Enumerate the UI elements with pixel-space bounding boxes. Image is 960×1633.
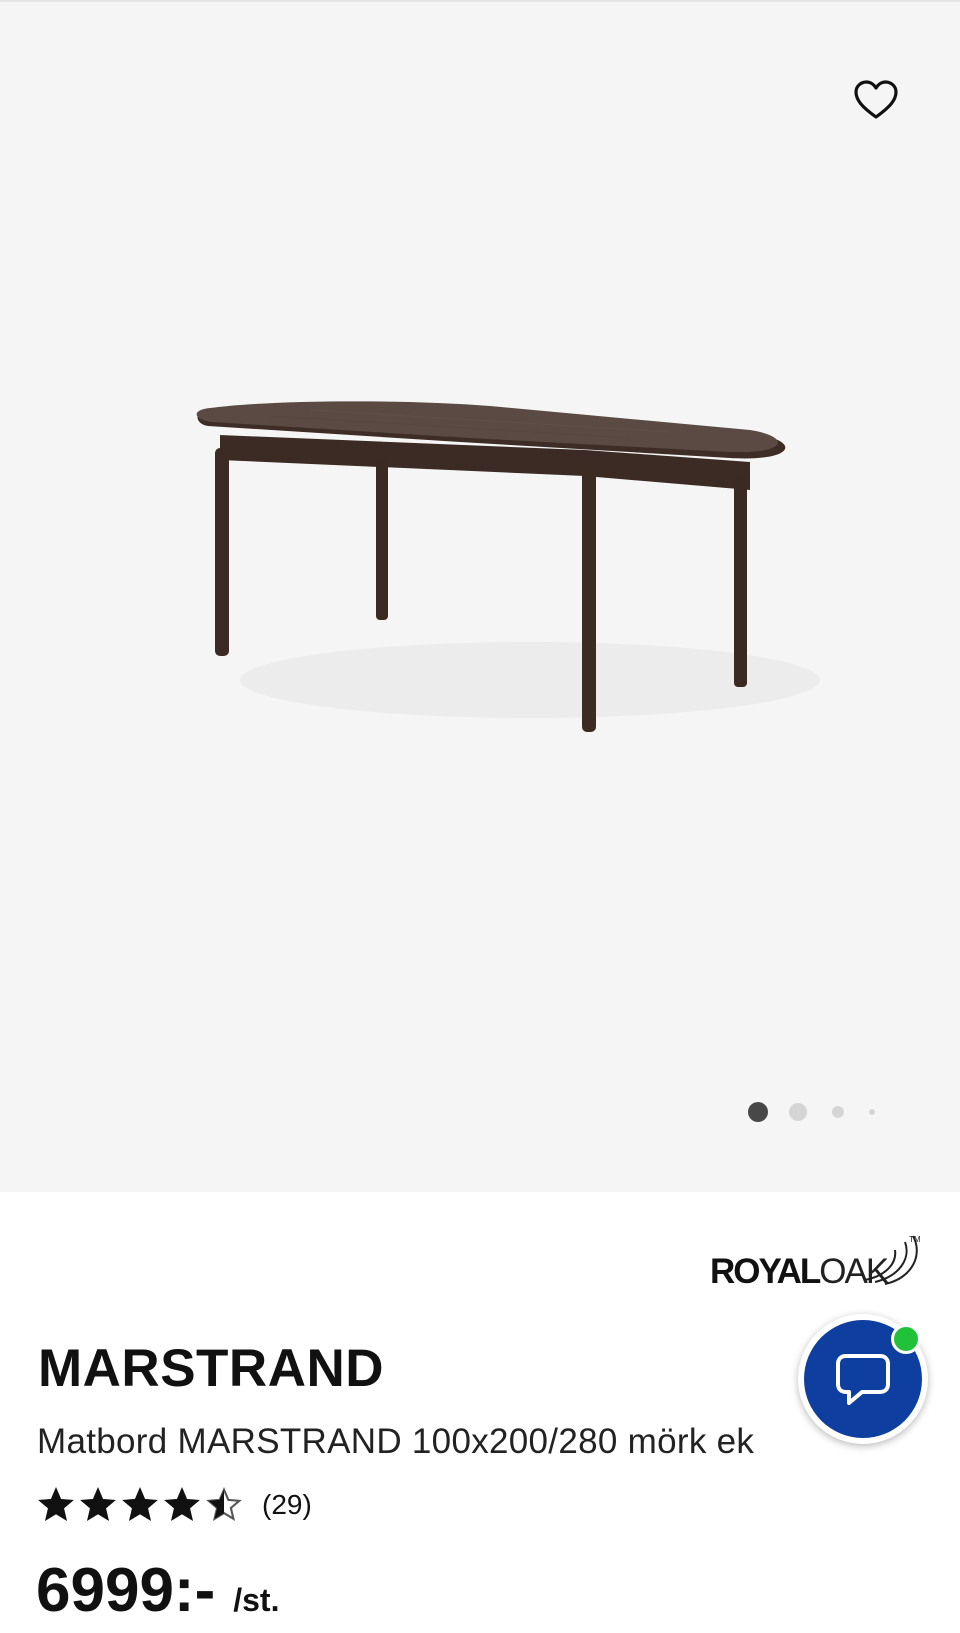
carousel-dots: [748, 1100, 875, 1124]
carousel-dot-1[interactable]: [748, 1102, 768, 1122]
rating-count: (29): [262, 1489, 312, 1520]
product-description: Matbord MARSTRAND 100x200/280 mörk ek: [37, 1422, 755, 1461]
price-unit: /st.: [233, 1582, 280, 1618]
star-icon: [164, 1487, 200, 1521]
online-status-dot: [891, 1324, 921, 1354]
heart-outline-icon: [854, 80, 898, 119]
brand-trademark: TM: [909, 1235, 921, 1244]
brand-arc-mark: TM: [864, 1235, 921, 1285]
product-name: MARSTRAND: [38, 1339, 385, 1398]
star-icon: [122, 1487, 158, 1521]
carousel-dot-3[interactable]: [832, 1106, 844, 1118]
product-image: [196, 401, 820, 732]
chat-button[interactable]: [798, 1314, 928, 1444]
rating-stars: [38, 1487, 248, 1523]
brand-logo[interactable]: ROYALOAK TM: [710, 1232, 930, 1292]
product-price: 6999:- /st.: [36, 1560, 279, 1622]
favorite-button[interactable]: [846, 70, 906, 130]
star-icon: [38, 1487, 74, 1521]
star-icon: [80, 1487, 116, 1521]
brand-name-bold: ROYAL: [710, 1252, 821, 1291]
top-divider: [0, 0, 960, 2]
product-image-gallery[interactable]: [0, 0, 960, 1192]
product-rating[interactable]: (29): [38, 1486, 312, 1524]
speech-bubble-icon: [836, 1354, 890, 1405]
price-amount: 6999:-: [36, 1556, 216, 1625]
carousel-dot-4[interactable]: [869, 1109, 875, 1115]
carousel-dot-2[interactable]: [789, 1103, 807, 1121]
star-icon: [206, 1487, 242, 1521]
product-page: ROYALOAK TM MARSTRAND Matbord MARSTRAND …: [0, 0, 960, 1633]
